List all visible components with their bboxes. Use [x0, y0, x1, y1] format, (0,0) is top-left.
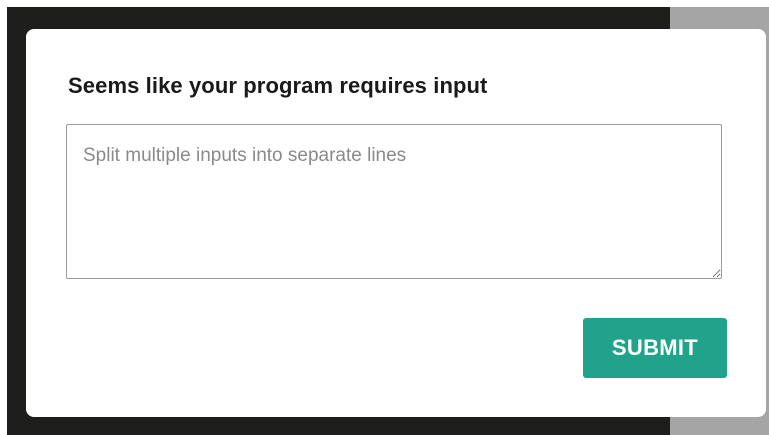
dialog-title: Seems like your program requires input: [68, 73, 488, 98]
input-dialog: Seems like your program requires input S…: [26, 29, 766, 417]
program-input-textarea[interactable]: [66, 124, 722, 279]
screen: Seems like your program requires input S…: [0, 0, 769, 435]
submit-button[interactable]: SUBMIT: [583, 318, 727, 378]
